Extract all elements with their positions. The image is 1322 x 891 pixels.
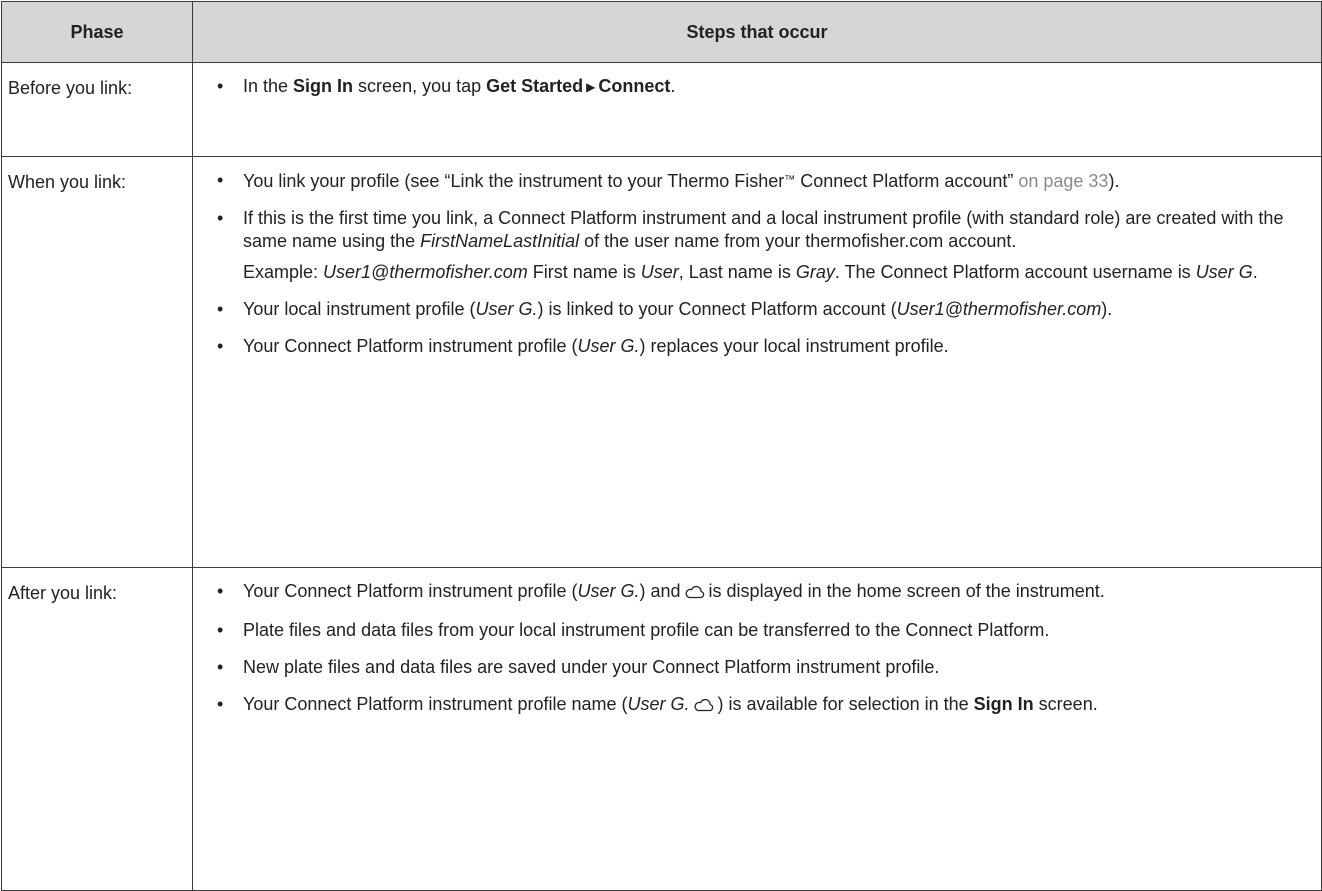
list-item: • Plate files and data files from your lo… [217, 620, 1050, 640]
steps-cell: • You link your profile (see “Link the in… [192, 156, 1322, 568]
get-started-label: Get Started [486, 76, 584, 96]
table-row: Before you link: • In the Sign In screen,… [1, 62, 1322, 157]
steps-column-header: Steps that occur [192, 1, 1322, 63]
bullet-icon: • [217, 620, 224, 640]
connect-label: Connect [598, 76, 671, 96]
bullet-icon: • [217, 694, 224, 714]
phase-cell: After you link: [1, 567, 193, 891]
list-item: • You link your profile (see “Link the in… [217, 170, 1120, 191]
bullet-icon: • [217, 299, 224, 319]
steps-list: • You link your profile (see “Link the in… [211, 169, 1311, 358]
trademark-symbol: ™ [784, 174, 796, 186]
bullet-icon: • [217, 76, 224, 96]
table-row: After you link: • Your Connect Platform i… [1, 567, 1322, 891]
list-item: • In the Sign In screen, you tap Get Star… [217, 76, 676, 96]
list-item: • Your local instrument profile (User G.)… [217, 299, 1113, 319]
steps-cell: • In the Sign In screen, you tap Get Star… [192, 62, 1322, 157]
table-header-row: Phase Steps that occur [1, 1, 1322, 63]
cloud-icon [685, 582, 705, 605]
bullet-icon: • [217, 208, 224, 228]
list-item: • Your Connect Platform instrument profil… [211, 580, 1311, 605]
steps-cell: • Your Connect Platform instrument profil… [192, 567, 1322, 891]
list-item: • New plate files and data files are save… [217, 657, 940, 677]
bullet-icon: • [217, 657, 224, 677]
steps-list: • Your Connect Platform instrument profil… [211, 580, 1311, 718]
example-paragraph: Example: User1@thermofisher.com First na… [243, 262, 1258, 282]
sign-in-screen-label: Sign In [973, 694, 1034, 714]
bullet-icon: • [217, 581, 224, 601]
cloud-icon [694, 695, 714, 718]
table-row: When you link: • You link your profile (s… [1, 156, 1322, 568]
bullet-icon: • [217, 336, 224, 356]
list-item: • If this is the first time you link, a C… [211, 207, 1311, 284]
phase-column-header: Phase [1, 1, 193, 63]
page-reference-link[interactable]: on page 33 [1018, 171, 1108, 191]
bullet-icon: • [217, 170, 224, 190]
list-item: • Your Connect Platform instrument profil… [211, 693, 1311, 718]
phase-cell: When you link: [1, 156, 193, 568]
phase-steps-table: Phase Steps that occur Before you link: … [1, 1, 1322, 891]
sign-in-screen-label: Sign In [293, 76, 354, 96]
phase-cell: Before you link: [1, 62, 193, 157]
menu-arrow-icon: ▶ [586, 80, 596, 94]
list-item: • Your Connect Platform instrument profil… [217, 336, 949, 356]
steps-list: • In the Sign In screen, you tap Get Star… [211, 75, 1311, 99]
